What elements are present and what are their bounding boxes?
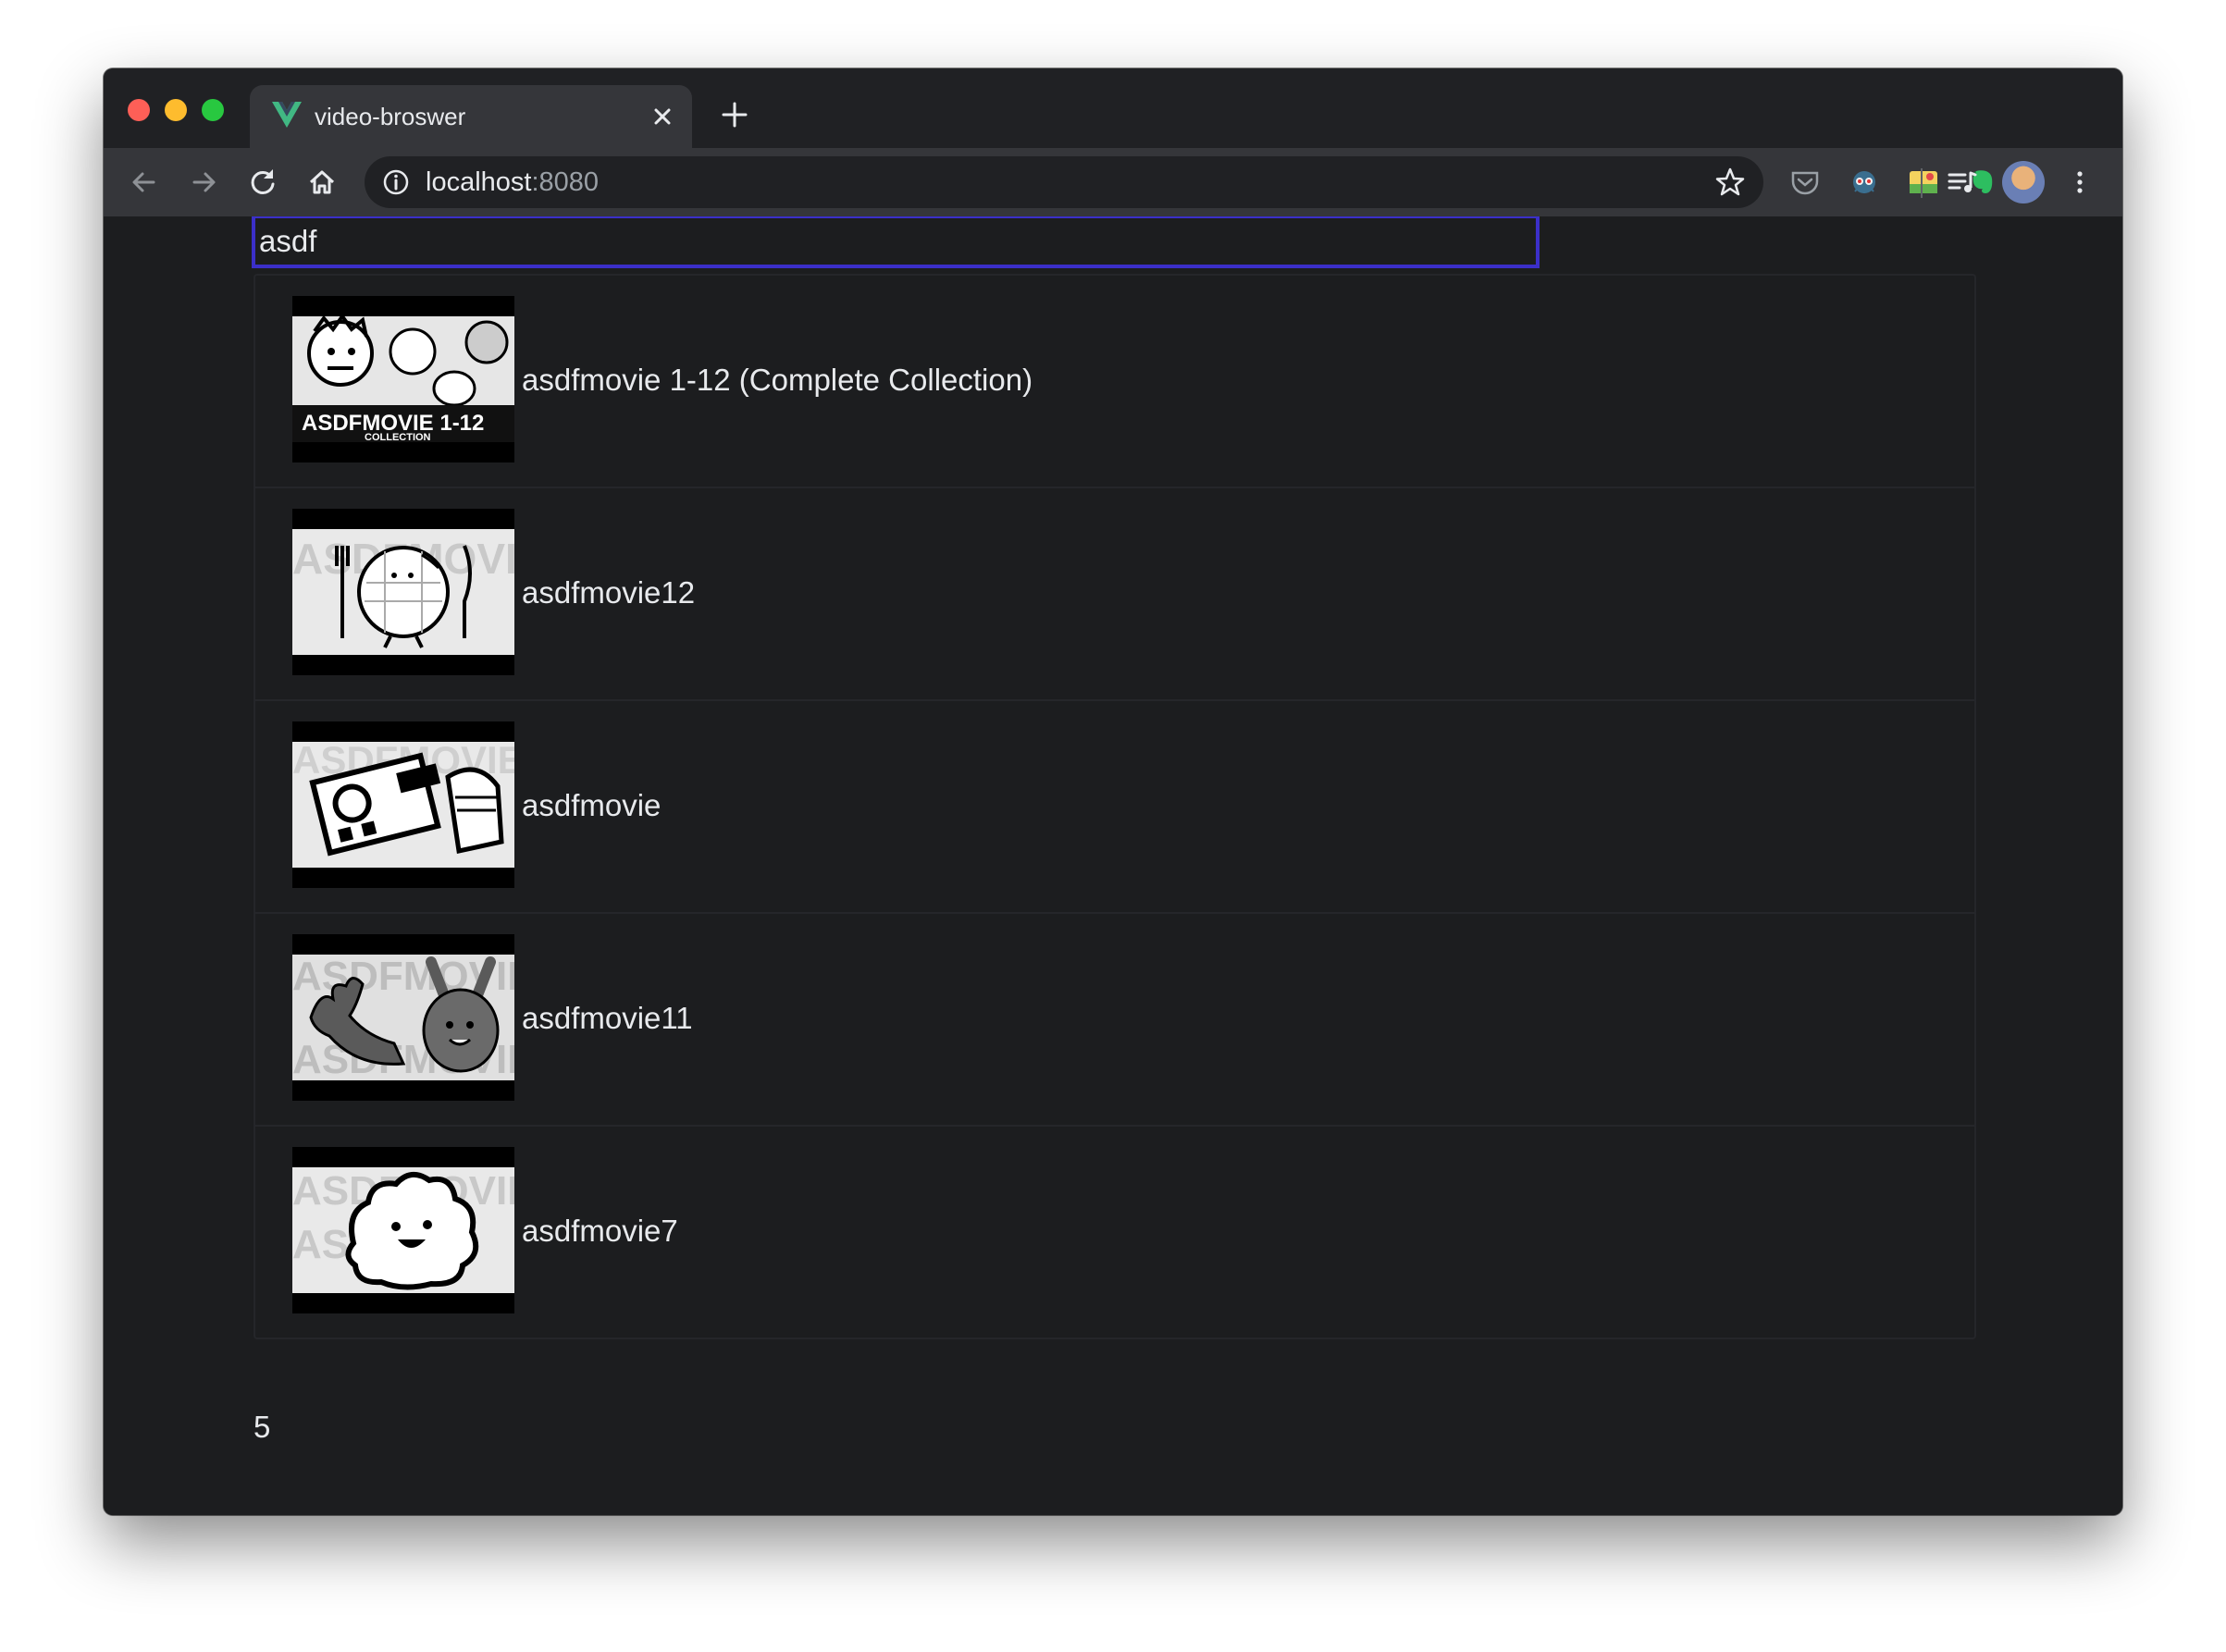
video-list: ASDFMOVIE 1-12 COLLECTION asdfmovie 1-12… [254, 274, 1976, 1339]
maximize-window-button[interactable] [202, 99, 224, 121]
reload-icon[interactable] [246, 166, 279, 199]
arrow-left-icon[interactable] [128, 166, 161, 199]
video-title: asdfmovie 1-12 (Complete Collection) [522, 363, 1033, 397]
plus-icon[interactable] [718, 98, 751, 131]
browser-toolbar: localhost:8080 [104, 148, 2122, 216]
url-text[interactable]: localhost:8080 [426, 156, 599, 208]
arrow-right-icon[interactable] [187, 166, 220, 199]
video-thumbnail[interactable]: ASDFMOVIE7 AS [292, 1147, 514, 1313]
video-title: asdfmovie11 [522, 1001, 693, 1035]
tab-strip: video-broswer [104, 68, 2122, 148]
octotree-extension-icon[interactable] [1847, 166, 1882, 199]
info-icon[interactable] [381, 167, 411, 197]
video-title: asdfmovie12 [522, 575, 696, 610]
video-list-item[interactable]: ASDFMOVIE7 AS asdfmovie7 [255, 1127, 1974, 1338]
video-list-item[interactable]: ASDFMOVIE12 asdfmovie12 [255, 488, 1974, 701]
svg-text:AS: AS [292, 1222, 349, 1267]
browser-tab[interactable]: video-broswer [250, 85, 692, 148]
kebab-menu-icon[interactable] [2063, 166, 2096, 199]
result-count: 5 [254, 1410, 271, 1444]
media-control-icon[interactable] [1945, 166, 1980, 199]
pocket-extension-icon[interactable] [1787, 166, 1823, 199]
minimize-window-button[interactable] [165, 99, 187, 121]
page-content: ASDFMOVIE 1-12 COLLECTION asdfmovie 1-12… [104, 216, 2122, 1515]
video-title: asdfmovie7 [522, 1214, 678, 1248]
video-list-item[interactable]: ASDFMOVIE asdfmovie [255, 701, 1974, 914]
vue-logo-icon [272, 102, 302, 128]
toolbar-separator [1921, 168, 1923, 198]
browser-window: video-broswer localhost:8080 asdf ASDFMO… [104, 68, 2122, 1515]
close-icon[interactable] [648, 102, 677, 131]
star-icon[interactable] [1713, 166, 1747, 199]
video-thumbnail[interactable]: ASDFMOVIE12 [292, 509, 514, 675]
profile-avatar[interactable] [2002, 161, 2045, 203]
home-icon[interactable] [305, 166, 339, 199]
video-thumbnail[interactable]: ASDFMOVIE11 ASDFMOVIE11 [292, 934, 514, 1101]
search-input[interactable] [252, 216, 1540, 268]
image-extension-icon[interactable] [1906, 166, 1941, 199]
video-thumbnail[interactable]: ASDFMOVIE 1-12 COLLECTION [292, 296, 514, 462]
thumbnail-subtext: COLLECTION [365, 432, 431, 443]
video-list-item[interactable]: ASDFMOVIE 1-12 COLLECTION asdfmovie 1-12… [255, 276, 1974, 488]
video-title: asdfmovie [522, 788, 662, 822]
tab-title: video-broswer [315, 103, 466, 130]
video-thumbnail[interactable]: ASDFMOVIE [292, 721, 514, 888]
address-bar[interactable]: localhost:8080 [365, 156, 1763, 208]
close-window-button[interactable] [128, 99, 150, 121]
video-list-item[interactable]: ASDFMOVIE11 ASDFMOVIE11 asdfmovie11 [255, 914, 1974, 1127]
